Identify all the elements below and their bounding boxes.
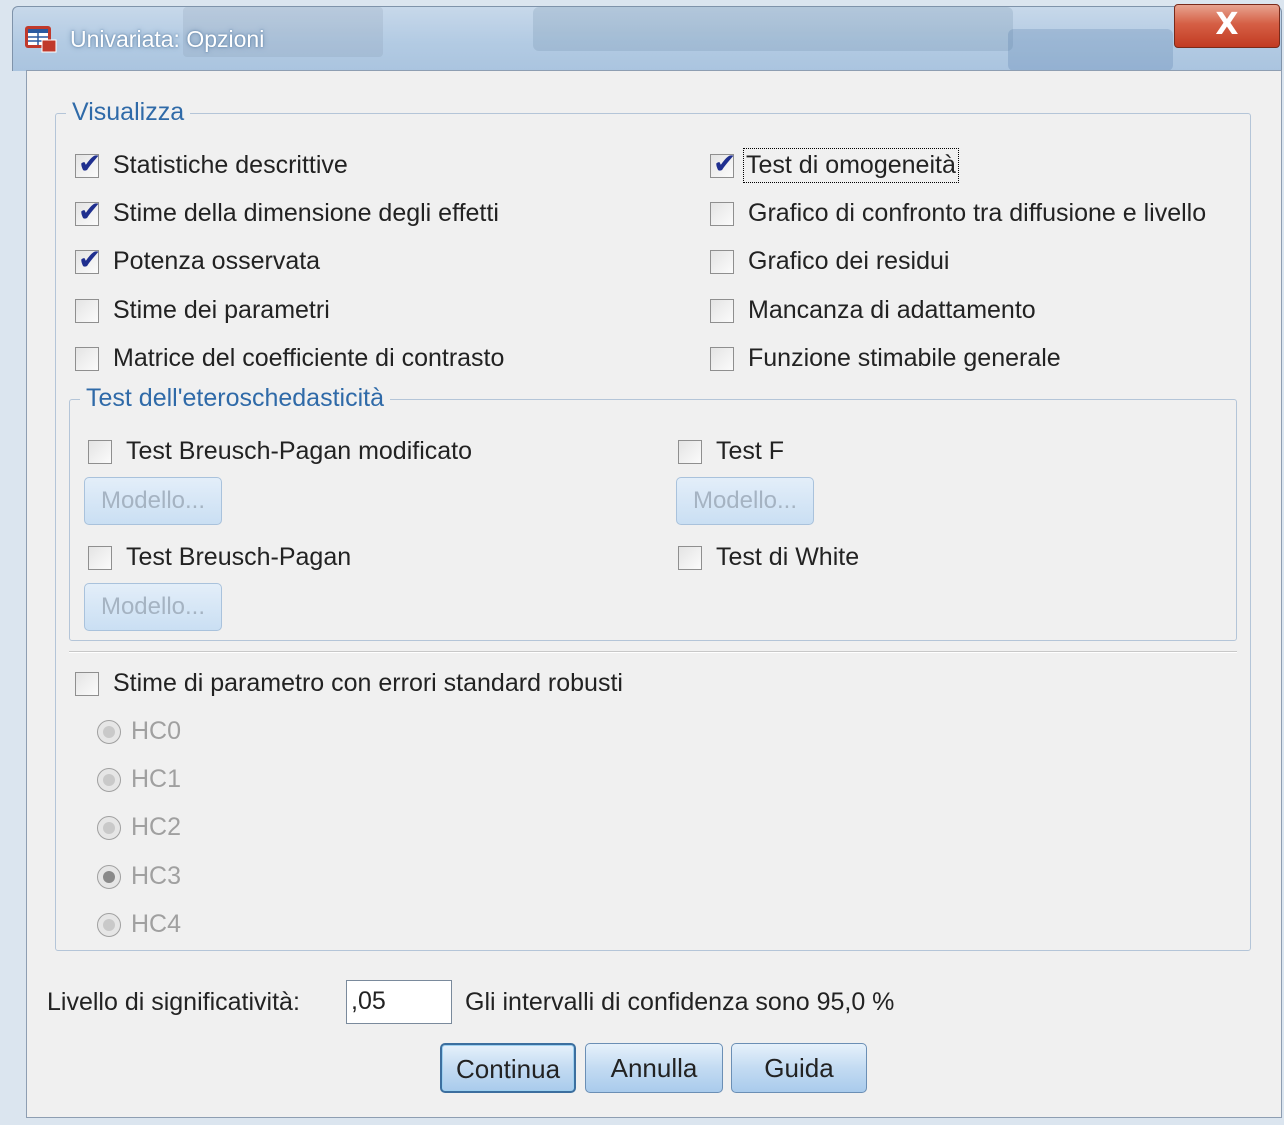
checkbox-statistiche-descrittive[interactable]: ✔ Statistiche descrittive [75, 148, 348, 180]
continue-button[interactable]: Continua [440, 1043, 576, 1093]
checkbox-label: Stime della dimensione degli effetti [113, 199, 499, 227]
checkbox-test-f[interactable]: Test F [678, 437, 784, 466]
checkbox-label: Test di omogeneità [743, 148, 959, 183]
radio-button[interactable] [97, 864, 121, 889]
significance-input[interactable]: ,05 [346, 980, 452, 1024]
radio-dot [103, 821, 115, 834]
radio-button[interactable] [97, 767, 121, 792]
radio-hc2[interactable]: HC2 [97, 813, 181, 842]
visualizza-legend: Visualizza [66, 98, 191, 127]
checkbox-label: Test Breusch-Pagan [126, 543, 352, 571]
eteroschedasticita-group: Test dell'eteroschedasticità [69, 384, 1237, 641]
checkbox[interactable] [75, 346, 99, 371]
radio-button[interactable] [97, 719, 121, 744]
radio-label: HC4 [131, 910, 182, 938]
radio-hc4[interactable]: HC4 [97, 910, 181, 939]
checkbox-test-omogeneita[interactable]: ✔ Test di omogeneità [710, 148, 959, 183]
check-icon: ✔ [713, 146, 737, 180]
help-button[interactable]: Guida [731, 1043, 867, 1093]
checkbox-label: Test F [716, 437, 785, 465]
checkbox-test-di-white[interactable]: Test di White [678, 543, 859, 572]
radio-label: HC0 [131, 717, 182, 745]
checkbox-label: Test Breusch-Pagan modificato [126, 437, 473, 465]
checkbox[interactable] [710, 201, 734, 226]
checkbox[interactable]: ✔ [75, 244, 101, 274]
checkbox-potenza-osservata[interactable]: ✔ Potenza osservata [75, 244, 321, 276]
separator [69, 651, 1237, 653]
cancel-button[interactable]: Annulla [585, 1043, 723, 1093]
checkbox-test-breusch-pagan-modificato[interactable]: Test Breusch-Pagan modificato [88, 437, 472, 466]
checkbox-label: Stime di parametro con errori standard r… [113, 669, 623, 697]
checkbox[interactable] [678, 439, 702, 464]
radio-dot [103, 918, 115, 931]
checkbox[interactable] [75, 298, 99, 323]
checkbox-label: Funzione stimabile generale [748, 344, 1061, 372]
checkbox-matrice-coefficiente-contrasto[interactable]: Matrice del coefficiente di contrasto [75, 344, 504, 373]
checkbox-grafico-diffusione-livello[interactable]: Grafico di confronto tra diffusione e li… [710, 199, 1206, 228]
checkbox-label: Matrice del coefficiente di contrasto [113, 344, 505, 372]
checkbox[interactable] [710, 298, 734, 323]
radio-dot [103, 725, 115, 738]
confidence-text: Gli intervalli di confidenza sono 95,0 % [465, 988, 895, 1016]
check-icon: ✔ [78, 194, 102, 228]
checkbox-funzione-stimabile-generale[interactable]: Funzione stimabile generale [710, 344, 1061, 373]
background-window-ghost [1008, 29, 1173, 71]
check-icon: ✔ [78, 146, 102, 180]
checkbox[interactable] [88, 439, 112, 464]
radio-button[interactable] [97, 912, 121, 937]
radio-label: HC3 [131, 862, 182, 890]
window-title: Univariata: Opzioni [70, 26, 265, 52]
check-icon: ✔ [78, 242, 102, 276]
close-button[interactable]: X [1174, 4, 1280, 48]
significance-label: Livello di significatività: [47, 988, 300, 1016]
checkbox-mancanza-adattamento[interactable]: Mancanza di adattamento [710, 296, 1036, 325]
checkbox-label: Statistiche descrittive [113, 151, 348, 179]
background-window-ghost [533, 7, 1013, 51]
checkbox-label: Potenza osservata [113, 247, 321, 275]
radio-button[interactable] [97, 815, 121, 840]
checkbox-stime-dimensione-effetti[interactable]: ✔ Stime della dimensione degli effetti [75, 196, 499, 228]
modello-button-test-f[interactable]: Modello... [676, 477, 814, 525]
checkbox-label: Grafico dei residui [748, 247, 950, 275]
checkbox-label: Grafico di confronto tra diffusione e li… [748, 199, 1207, 227]
checkbox-test-breusch-pagan[interactable]: Test Breusch-Pagan [88, 543, 351, 572]
radio-hc0[interactable]: HC0 [97, 717, 181, 746]
radio-label: HC1 [131, 765, 182, 793]
radio-dot [103, 870, 115, 883]
checkbox-label: Test di White [716, 543, 860, 571]
checkbox[interactable] [710, 249, 734, 274]
radio-dot [103, 773, 115, 786]
radio-hc1[interactable]: HC1 [97, 765, 181, 794]
spss-table-icon [25, 26, 57, 53]
radio-hc3[interactable]: HC3 [97, 862, 181, 891]
radio-label: HC2 [131, 813, 182, 841]
checkbox-errori-standard-robusti[interactable]: Stime di parametro con errori standard r… [75, 669, 623, 698]
checkbox[interactable] [678, 545, 702, 570]
checkbox[interactable]: ✔ [710, 148, 736, 178]
modello-button-bp-modificato[interactable]: Modello... [84, 477, 222, 525]
modello-button-bp[interactable]: Modello... [84, 583, 222, 631]
checkbox[interactable] [710, 346, 734, 371]
dialog-body: Visualizza ✔ Statistiche descrittive ✔ S… [26, 70, 1282, 1118]
checkbox-label: Mancanza di adattamento [748, 296, 1036, 324]
close-icon[interactable]: X [1215, 7, 1238, 42]
checkbox-grafico-residui[interactable]: Grafico dei residui [710, 247, 949, 276]
checkbox[interactable] [75, 671, 99, 696]
checkbox[interactable] [88, 545, 112, 570]
eteroschedasticita-legend: Test dell'eteroschedasticità [80, 384, 390, 413]
checkbox-label: Stime dei parametri [113, 296, 330, 324]
checkbox[interactable]: ✔ [75, 148, 101, 178]
checkbox[interactable]: ✔ [75, 196, 101, 226]
checkbox-stime-parametri[interactable]: Stime dei parametri [75, 296, 330, 325]
